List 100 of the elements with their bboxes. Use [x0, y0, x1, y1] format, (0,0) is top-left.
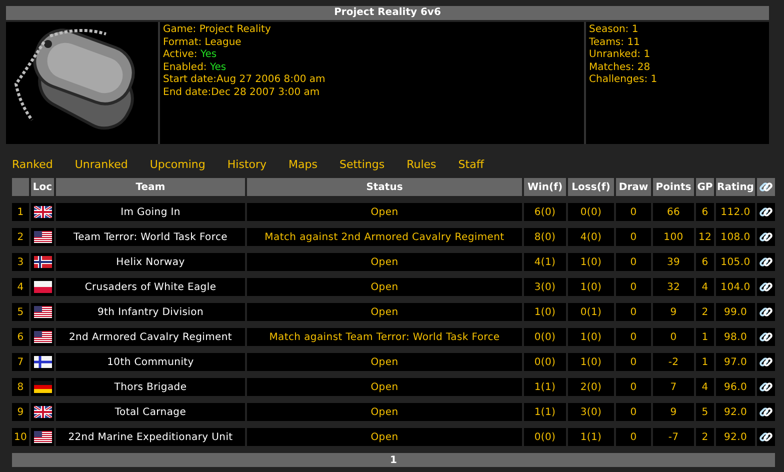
- gp-cell: 4: [696, 278, 714, 296]
- points-cell: 9: [653, 303, 694, 321]
- win-cell: 1(1): [524, 378, 566, 396]
- points-cell: 100: [653, 228, 694, 246]
- win-cell: 3(0): [524, 278, 566, 296]
- gp-cell: 5: [696, 403, 714, 421]
- status-cell: Open: [247, 353, 522, 371]
- column-header[interactable]: GP: [696, 178, 714, 196]
- points-cell: -7: [653, 428, 694, 446]
- rank-cell: 6: [12, 328, 29, 346]
- loss-cell: 0(1): [568, 303, 614, 321]
- win-cell: 0(0): [524, 328, 566, 346]
- detail-line: Game: Project Reality: [163, 24, 271, 36]
- loss-cell: 1(0): [568, 328, 614, 346]
- rank-cell: 8: [12, 378, 29, 396]
- gp-cell: 1: [696, 328, 714, 346]
- rank-cell: 9: [12, 403, 29, 421]
- rating-cell: 99.0: [716, 303, 755, 321]
- column-header: [12, 178, 29, 196]
- draw-cell: 0: [616, 228, 651, 246]
- team-cell[interactable]: 2nd Armored Cavalry Regiment: [56, 328, 245, 346]
- column-header[interactable]: Status: [247, 178, 522, 196]
- column-header[interactable]: Draw: [616, 178, 651, 196]
- draw-cell: 0: [616, 203, 651, 221]
- status-cell: Open: [247, 378, 522, 396]
- detail-line: Enabled: Yes: [163, 62, 226, 74]
- rating-cell: 98.0: [716, 328, 755, 346]
- rank-cell: 10: [12, 428, 29, 446]
- rating-cell: 108.0: [716, 228, 755, 246]
- loss-cell: 4(0): [568, 228, 614, 246]
- team-cell[interactable]: Crusaders of White Eagle: [56, 278, 245, 296]
- stat-line: Season: 1: [589, 24, 638, 36]
- team-cell[interactable]: 9th Infantry Division: [56, 303, 245, 321]
- detail-line: Start date:Aug 27 2006 8:00 am: [163, 74, 326, 86]
- points-cell: 32: [653, 278, 694, 296]
- nav-link[interactable]: Unranked: [74, 158, 128, 171]
- team-cell[interactable]: 10th Community: [56, 353, 245, 371]
- team-cell[interactable]: Helix Norway: [56, 253, 245, 271]
- detail-line: Format: League: [163, 36, 242, 49]
- column-header[interactable]: Loc: [31, 178, 54, 196]
- draw-cell: 0: [616, 328, 651, 346]
- status-cell: Match against 2nd Armored Cavalry Regiment: [247, 228, 522, 246]
- points-cell: 9: [653, 403, 694, 421]
- team-cell[interactable]: Thors Brigade: [56, 378, 245, 396]
- points-cell: 39: [653, 253, 694, 271]
- rating-cell: 105.0: [716, 253, 755, 271]
- column-header[interactable]: Win(f): [524, 178, 566, 196]
- rank-cell: 1: [12, 203, 29, 221]
- rank-cell: 5: [12, 303, 29, 321]
- detail-line: Active: Yes: [163, 49, 217, 62]
- stat-line: Teams: 11: [589, 36, 640, 49]
- gp-cell: 12: [696, 228, 714, 246]
- rank-cell: 7: [12, 353, 29, 371]
- team-cell[interactable]: Team Terror: World Task Force: [56, 228, 245, 246]
- rating-cell: 97.0: [716, 353, 755, 371]
- loss-cell: 2(0): [568, 378, 614, 396]
- gp-cell: 2: [696, 428, 714, 446]
- nav-link[interactable]: Rules: [406, 158, 436, 171]
- team-cell[interactable]: Total Carnage: [56, 403, 245, 421]
- rating-cell: 96.0: [716, 378, 755, 396]
- rating-cell: 104.0: [716, 278, 755, 296]
- gp-cell: 2: [696, 303, 714, 321]
- stat-line: Matches: 28: [589, 62, 650, 74]
- draw-cell: 0: [616, 253, 651, 271]
- nav-link[interactable]: Maps: [288, 158, 318, 171]
- status-cell: Match against Team Terror: World Task Force: [247, 328, 522, 346]
- draw-cell: 0: [616, 428, 651, 446]
- nav-link[interactable]: Staff: [458, 158, 484, 171]
- loss-cell: 1(0): [568, 253, 614, 271]
- draw-cell: 0: [616, 403, 651, 421]
- loss-cell: 1(1): [568, 428, 614, 446]
- rank-cell: 3: [12, 253, 29, 271]
- nav-link[interactable]: Upcoming: [150, 158, 206, 171]
- page-link[interactable]: 1: [390, 454, 397, 466]
- column-header[interactable]: Points: [653, 178, 694, 196]
- rank-cell: 4: [12, 278, 29, 296]
- team-cell[interactable]: 22nd Marine Expeditionary Unit: [56, 428, 245, 446]
- stat-line: Unranked: 1: [589, 49, 650, 62]
- column-header[interactable]: Loss(f): [568, 178, 614, 196]
- nav-link[interactable]: History: [227, 158, 267, 171]
- rank-cell: 2: [12, 228, 29, 246]
- win-cell: 8(0): [524, 228, 566, 246]
- status-cell: Open: [247, 403, 522, 421]
- detail-line: End date:Dec 28 2007 3:00 am: [163, 86, 320, 99]
- draw-cell: 0: [616, 303, 651, 321]
- win-cell: 1(1): [524, 403, 566, 421]
- rating-cell: 92.0: [716, 428, 755, 446]
- nav-link[interactable]: Settings: [339, 158, 385, 171]
- status-cell: Open: [247, 303, 522, 321]
- gp-cell: 4: [696, 378, 714, 396]
- win-cell: 1(0): [524, 303, 566, 321]
- status-cell: Open: [247, 278, 522, 296]
- column-header[interactable]: Team: [56, 178, 245, 196]
- points-cell: -2: [653, 353, 694, 371]
- column-header[interactable]: Rating: [716, 178, 755, 196]
- loss-cell: 1(0): [568, 278, 614, 296]
- stat-line: Challenges: 1: [589, 74, 658, 86]
- tournament-title: Project Reality 6v6: [6, 6, 769, 20]
- nav-link[interactable]: Ranked: [12, 158, 53, 171]
- team-cell[interactable]: Im Going In: [56, 203, 245, 221]
